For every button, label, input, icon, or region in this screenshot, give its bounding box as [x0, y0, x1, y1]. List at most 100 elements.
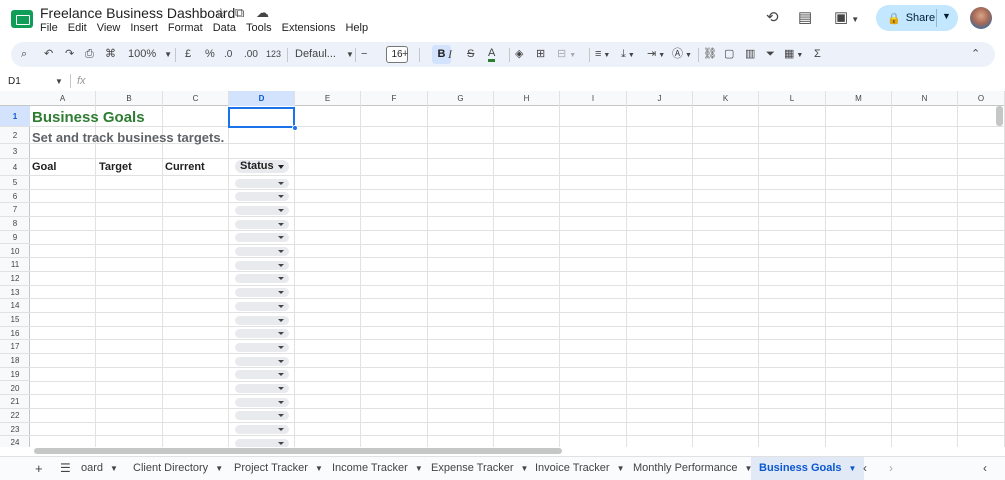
status-dropdown[interactable] — [235, 315, 289, 325]
row-header-12[interactable]: 12 — [0, 272, 30, 286]
row-header-22[interactable]: 22 — [0, 409, 30, 423]
text-wrapping-icon[interactable]: ⇥ ▼ — [647, 47, 665, 63]
row-header-14[interactable]: 14 — [0, 299, 30, 313]
name-box[interactable]: D1 — [8, 76, 21, 87]
move-to-folder-icon[interactable]: ⧉ — [235, 6, 244, 20]
decrease-font-size-button[interactable]: − — [361, 47, 367, 62]
increase-font-size-button[interactable]: + — [402, 47, 408, 62]
status-dropdown[interactable] — [235, 397, 289, 407]
scroll-tabs-left-icon[interactable]: ‹ — [863, 457, 867, 480]
insert-link-icon[interactable]: ⛓ — [703, 47, 717, 62]
row-header-20[interactable]: 20 — [0, 382, 30, 396]
collapse-side-panel-icon[interactable]: ‹ — [983, 457, 987, 480]
status-dropdown[interactable] — [235, 329, 289, 339]
filter-views-icon[interactable]: ▦ ▼ — [784, 47, 803, 63]
selected-cell-d1[interactable] — [228, 107, 295, 128]
status-dropdown[interactable] — [235, 370, 289, 380]
comments-icon[interactable]: ▤ — [798, 10, 812, 26]
row-header-11[interactable]: 11 — [0, 258, 30, 272]
status-dropdown[interactable] — [235, 274, 289, 284]
column-header-m[interactable]: M — [826, 91, 892, 106]
header-target[interactable]: Target — [99, 160, 132, 174]
filter-icon[interactable]: ⏷ — [766, 47, 775, 62]
collapse-toolbar-icon[interactable]: ⌃ — [971, 47, 980, 62]
status-dropdown[interactable] — [235, 178, 289, 188]
column-header-h[interactable]: H — [494, 91, 560, 106]
row-header-23[interactable]: 23 — [0, 423, 30, 437]
borders-icon[interactable]: ⊞ — [536, 47, 545, 62]
row-header-5[interactable]: 5 — [0, 176, 30, 190]
insert-comment-icon[interactable]: ▢ — [724, 47, 734, 62]
column-header-k[interactable]: K — [693, 91, 759, 106]
menu-file[interactable]: File — [40, 22, 63, 34]
row-header-9[interactable]: 9 — [0, 231, 30, 245]
row-header-17[interactable]: 17 — [0, 340, 30, 355]
column-header-a[interactable]: A — [30, 91, 96, 106]
column-header-e[interactable]: E — [295, 91, 361, 106]
status-dropdown[interactable] — [235, 411, 289, 421]
menu-extensions[interactable]: Extensions — [277, 22, 341, 34]
column-header-f[interactable]: F — [361, 91, 428, 106]
row-header-1[interactable]: 1 — [0, 106, 30, 127]
undo-icon[interactable]: ↶ — [44, 47, 53, 62]
cell-a2-subtitle[interactable]: Set and track business targets. — [32, 129, 224, 146]
search-menus-icon[interactable]: ⌕ — [21, 47, 27, 62]
row-header-4[interactable]: 4 — [0, 159, 30, 176]
status-dropdown[interactable] — [235, 247, 289, 256]
menu-format[interactable]: Format — [163, 22, 208, 34]
row-header-8[interactable]: 8 — [0, 217, 30, 231]
header-goal[interactable]: Goal — [32, 160, 56, 174]
horizontal-align-icon[interactable]: ≡ ▼ — [595, 47, 610, 63]
history-icon[interactable]: ⟲ — [766, 10, 779, 26]
header-current[interactable]: Current — [165, 160, 205, 174]
currency-format-button[interactable]: £ — [185, 47, 191, 62]
paint-format-icon[interactable]: ⌘ — [105, 47, 116, 62]
row-header-16[interactable]: 16 — [0, 327, 30, 341]
italic-button[interactable]: I — [448, 47, 452, 62]
row-header-10[interactable]: 10 — [0, 245, 30, 259]
status-dropdown[interactable] — [235, 384, 289, 393]
star-icon[interactable]: ☆ — [215, 6, 227, 20]
status-dropdown[interactable] — [235, 438, 289, 447]
row-header-7[interactable]: 7 — [0, 203, 30, 218]
sheet-tab-client-directory[interactable]: Client Directory ▼ — [133, 457, 223, 480]
scroll-tabs-right-icon[interactable]: › — [889, 457, 893, 480]
column-header-g[interactable]: G — [428, 91, 494, 106]
sheet-tab-invoice-tracker[interactable]: Invoice Tracker ▼ — [535, 457, 625, 480]
column-header-c[interactable]: C — [163, 91, 229, 106]
menu-view[interactable]: View — [92, 22, 126, 34]
more-formats-button[interactable]: 123 — [266, 47, 281, 62]
row-header-19[interactable]: 19 — [0, 368, 30, 382]
spreadsheet-grid[interactable]: ABCDEFGHIJKLMNO 1 2 3 4 5 6 7 8 9 10 11 12 13 14 15 16 1… — [0, 91, 1005, 447]
sheet-tab-expense-tracker[interactable]: Expense Tracker ▼ — [431, 457, 528, 480]
menu-tools[interactable]: Tools — [241, 22, 277, 34]
document-title[interactable]: Freelance Business Dashboard — [40, 5, 235, 21]
row-header-24[interactable]: 24 — [0, 436, 30, 447]
functions-icon[interactable]: Σ — [814, 47, 821, 62]
row-header-13[interactable]: 13 — [0, 286, 30, 300]
row-header-21[interactable]: 21 — [0, 395, 30, 409]
fill-color-icon[interactable]: ◈ — [515, 47, 523, 62]
font-select[interactable]: Defaul... ▼ — [295, 47, 354, 62]
menu-edit[interactable]: Edit — [63, 22, 92, 34]
status-dropdown[interactable] — [235, 260, 289, 270]
sheet-tab-business-goals[interactable]: Business Goals ▼ — [751, 457, 865, 480]
percent-format-button[interactable]: % — [205, 47, 215, 62]
column-header-d[interactable]: D — [229, 91, 295, 106]
name-box-dropdown-icon[interactable]: ▼ — [55, 77, 63, 86]
insert-chart-icon[interactable]: ▥ — [745, 47, 755, 62]
avatar[interactable] — [970, 7, 992, 29]
redo-icon[interactable]: ↷ — [65, 47, 74, 62]
menu-insert[interactable]: Insert — [125, 22, 163, 34]
status-dropdown-icon[interactable] — [278, 165, 284, 169]
text-color-button[interactable]: A — [488, 47, 496, 62]
cell-a1-title[interactable]: Business Goals — [32, 108, 145, 128]
decrease-decimal-button[interactable]: .0 — [224, 47, 232, 62]
menu-data[interactable]: Data — [208, 22, 241, 34]
status-dropdown[interactable] — [235, 425, 289, 435]
all-sheets-icon[interactable]: ☰ — [60, 457, 71, 480]
horizontal-scrollbar[interactable] — [34, 448, 562, 454]
zoom-select[interactable]: 100% ▼ — [128, 47, 172, 62]
row-header-2[interactable]: 2 — [0, 127, 30, 144]
sheet-tab-monthly-performance[interactable]: Monthly Performance ▼ — [633, 457, 752, 480]
